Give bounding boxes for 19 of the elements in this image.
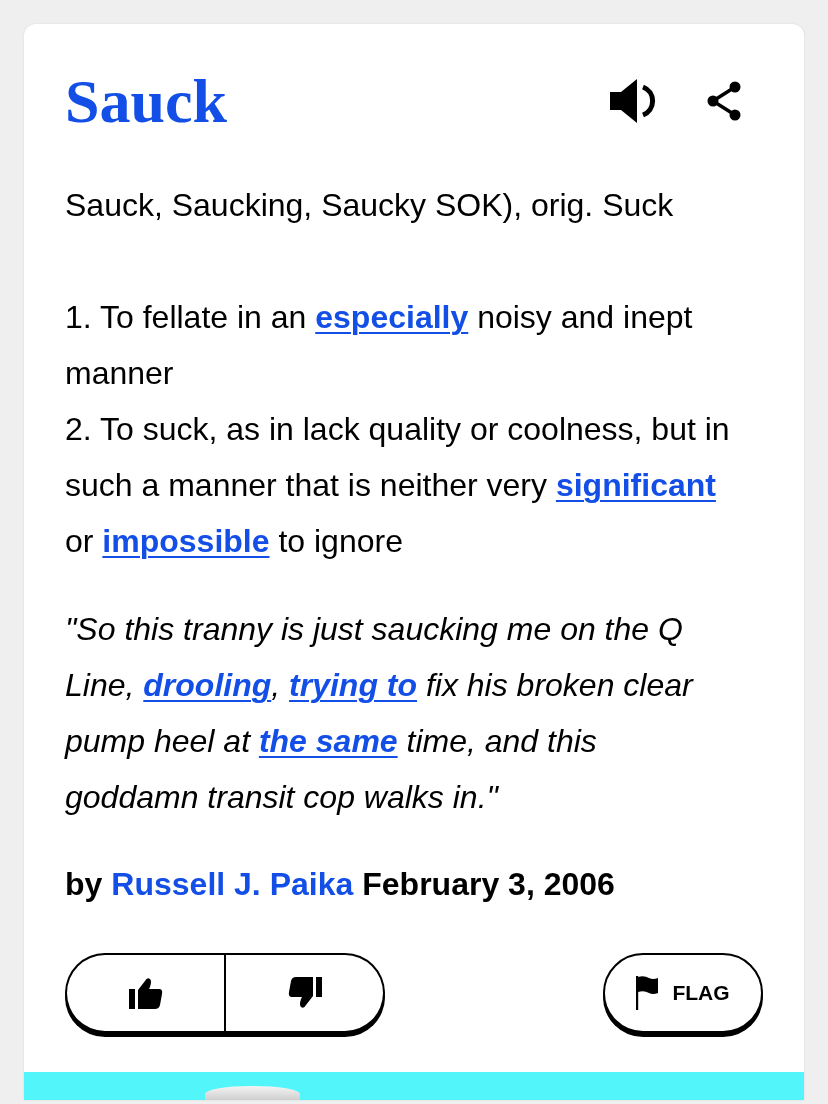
author-link[interactable]: Russell J. Paika [111, 856, 354, 912]
thumbs-up-icon [128, 977, 163, 1009]
definition-line: 2. To suck, as in lack quality or coolness, but in such a manner that is neither very significant or impossible to ignore [65, 410, 731, 561]
example-text: "So this tranny is just saucking me on the Q Line, drooling, trying to fix his broken clear pump heel at the same time, and this goddamn transit cop walks in." [65, 610, 695, 817]
byline-prefix: by [65, 865, 103, 904]
word-link[interactable]: the same [258, 723, 398, 759]
share-button[interactable] [706, 81, 742, 121]
share-icon [706, 81, 742, 121]
word-forms: Sauck, Saucking, Saucky SOK), orig. Suck [65, 186, 675, 225]
word-title: Sauck [65, 66, 227, 136]
word-link[interactable]: significant [555, 467, 716, 503]
post-date: February 3, 2006 [362, 865, 615, 904]
flag-icon [636, 976, 659, 1010]
word-link[interactable]: impossible [102, 523, 270, 559]
word-link[interactable]: especially [315, 299, 469, 335]
word-link[interactable]: drooling [143, 667, 272, 703]
word-link[interactable]: trying to [289, 667, 417, 703]
definition-line: 1. To fellate in an especially noisy and inept manner [65, 298, 694, 393]
thumbs-down-icon [287, 977, 322, 1009]
